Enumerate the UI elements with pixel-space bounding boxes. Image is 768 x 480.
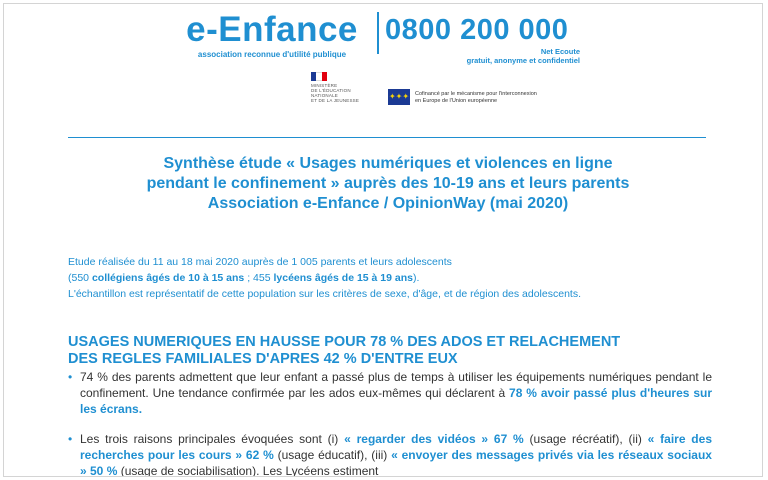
eu-line-2: en Europe de l'Union européenne bbox=[415, 98, 498, 104]
brand-name: e-Enfance bbox=[186, 10, 358, 49]
section-heading-line-2: DES REGLES FAMILIALES D'APRES 42 % D'ENT… bbox=[68, 351, 458, 367]
phone-sub-line-2: gratuit, anonyme et confidentiel bbox=[466, 56, 580, 65]
list-item: • Les trois raisons principales évoquées… bbox=[68, 431, 712, 477]
title-line-3: Association e-Enfance / OpinionWay (mai … bbox=[207, 195, 569, 212]
ministry-text: MINISTÈRE DE L'ÉDUCATION NATIONALE ET DE… bbox=[311, 83, 367, 103]
ministry-logo: MINISTÈRE DE L'ÉDUCATION NATIONALE ET DE… bbox=[307, 72, 367, 103]
document-title: Synthèse étude « Usages numériques et vi… bbox=[64, 154, 712, 214]
horizontal-rule bbox=[68, 137, 706, 138]
ministry-line-4: ET DE LA JEUNESSE bbox=[311, 98, 360, 103]
phone-sub-line-1: Net Ecoute bbox=[540, 47, 580, 56]
bullet-list: • 74 % des parents admettent que leur en… bbox=[68, 369, 712, 477]
list-item-text: Les trois raisons principales évoquées s… bbox=[80, 432, 712, 477]
section-heading: USAGES NUMERIQUES EN HAUSSE POUR 78 % DE… bbox=[68, 334, 718, 368]
list-item: • 74 % des parents admettent que leur en… bbox=[68, 369, 712, 417]
phone-number: 0800 200 000 bbox=[385, 14, 569, 46]
eu-flag-icon: ✦✦✦ bbox=[388, 89, 410, 105]
intro-line-1: Etude réalisée du 11 au 18 mai 2020 aupr… bbox=[68, 256, 452, 268]
document-page: e-Enfance association reconnue d'utilité… bbox=[3, 3, 763, 477]
eu-line-1: Cofinancé par le mécanisme pour l'interc… bbox=[415, 91, 537, 97]
section-heading-line-1: USAGES NUMERIQUES EN HAUSSE POUR 78 % DE… bbox=[68, 334, 621, 350]
list-item-text: 74 % des parents admettent que leur enfa… bbox=[80, 370, 712, 416]
eu-funding-text: Cofinancé par le mécanisme pour l'interc… bbox=[415, 91, 537, 105]
brand-tagline: association reconnue d'utilité publique bbox=[197, 50, 347, 59]
bullet-icon: • bbox=[68, 432, 73, 446]
study-intro: Etude réalisée du 11 au 18 mai 2020 aupr… bbox=[68, 254, 718, 302]
header-divider bbox=[377, 12, 379, 54]
phone-subtitle: Net Ecoute gratuit, anonyme et confident… bbox=[444, 47, 580, 65]
brand-logo: e-Enfance association reconnue d'utilité… bbox=[174, 10, 370, 60]
french-flag-icon bbox=[311, 72, 327, 81]
title-line-2: pendant le confinement » auprès des 10-1… bbox=[146, 175, 630, 192]
title-line-1: Synthèse étude « Usages numériques et vi… bbox=[163, 155, 613, 172]
intro-line-3: L'échantillon est représentatif de cette… bbox=[68, 288, 581, 300]
intro-line-2: (550 collégiens âgés de 10 à 15 ans ; 45… bbox=[68, 272, 420, 284]
bullet-icon: • bbox=[68, 370, 73, 384]
